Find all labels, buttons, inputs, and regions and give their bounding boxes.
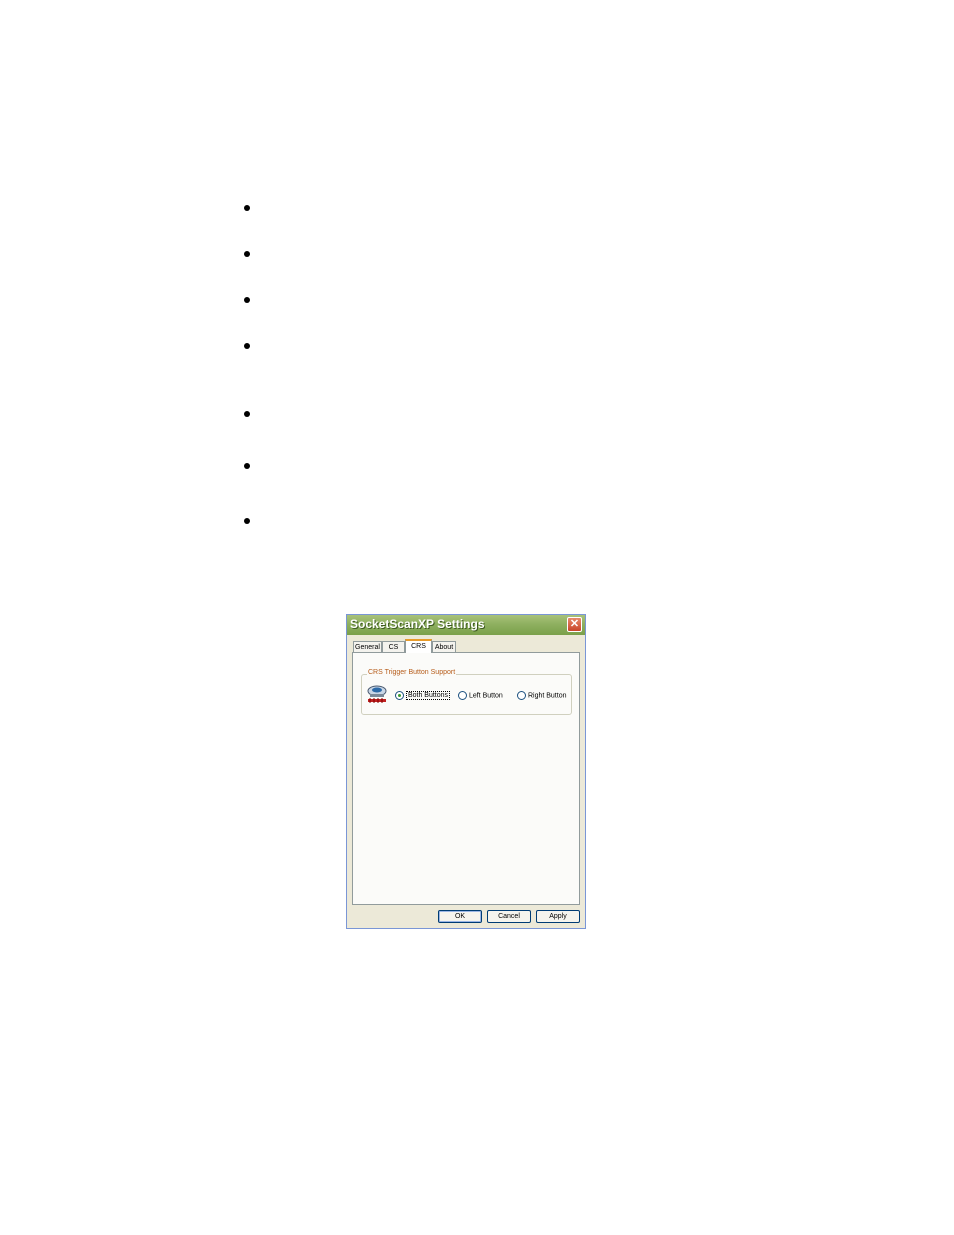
bullet-4 <box>244 343 250 349</box>
tab-crs[interactable]: CRS <box>405 639 432 653</box>
apply-button[interactable]: Apply <box>536 910 580 923</box>
ok-button[interactable]: OK <box>438 910 482 923</box>
title-bar[interactable]: SocketScanXP Settings ✕ <box>347 615 585 635</box>
close-icon: ✕ <box>569 618 580 630</box>
bullet-5 <box>244 411 250 417</box>
radio-right-button[interactable]: Right Button <box>517 691 566 700</box>
dialog-title: SocketScanXP Settings <box>350 617 485 631</box>
close-button[interactable]: ✕ <box>567 617 582 632</box>
tab-cs[interactable]: CS <box>382 641 405 652</box>
tab-general[interactable]: General <box>353 641 382 652</box>
bullet-6 <box>244 463 250 469</box>
radio-right-label: Right Button <box>527 692 567 700</box>
radio-unchecked-icon <box>517 691 526 700</box>
cancel-button[interactable]: Cancel <box>487 910 531 923</box>
radio-left-label: Left Button <box>468 692 503 700</box>
settings-dialog: SocketScanXP Settings ✕ General CS CRS A… <box>346 614 586 929</box>
tab-cs-label: CS <box>388 644 399 651</box>
trigger-button-group: CRS Trigger Button Support Both Buttons … <box>361 669 572 715</box>
group-legend: CRS Trigger Button Support <box>367 669 457 676</box>
tab-about-label: About <box>434 644 454 651</box>
tab-about[interactable]: About <box>432 641 456 652</box>
radio-both-buttons[interactable]: Both Buttons <box>395 691 451 701</box>
bullet-3 <box>244 297 250 303</box>
scanner-icon <box>367 685 387 703</box>
bullet-1 <box>244 205 250 211</box>
tab-general-label: General <box>355 644 380 651</box>
radio-left-button[interactable]: Left Button <box>458 691 503 700</box>
bullet-2 <box>244 251 250 257</box>
radio-both-label: Both Buttons <box>405 691 451 701</box>
radio-unchecked-icon <box>458 691 467 700</box>
tab-crs-label: CRS <box>411 643 426 650</box>
bullet-7 <box>244 518 250 524</box>
tab-panel-crs: CRS Trigger Button Support Both Buttons … <box>352 652 580 905</box>
radio-checked-icon <box>395 691 404 700</box>
